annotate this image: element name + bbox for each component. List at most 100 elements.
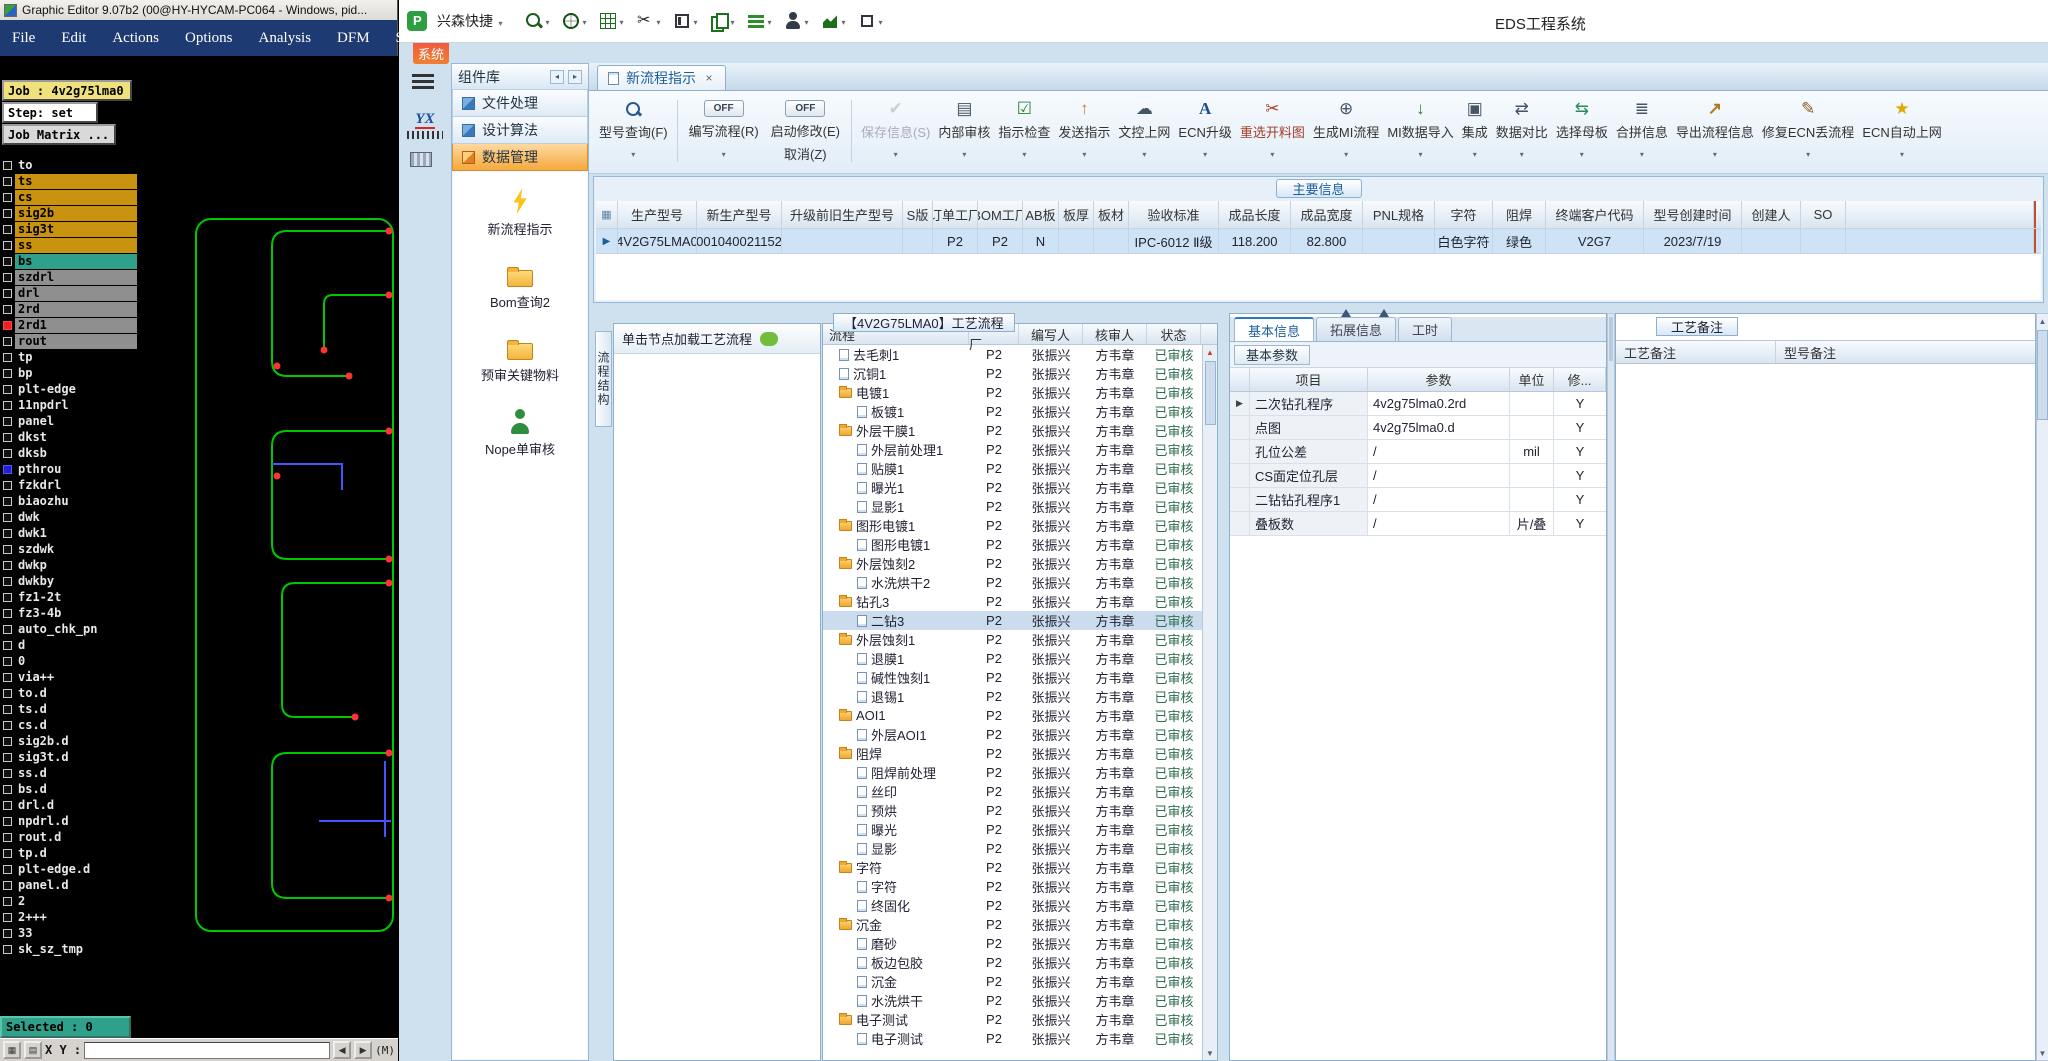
flow-tree-row[interactable]: 电子测试 P2 张振兴 方韦章 已审核 xyxy=(823,1010,1202,1029)
layer-checkbox[interactable] xyxy=(3,544,12,554)
layer-checkbox[interactable] xyxy=(3,800,12,810)
flow-tree-row[interactable]: 磨砂 P2 张振兴 方韦章 已审核 xyxy=(823,934,1202,953)
flow-tree-row[interactable]: 丝印 P2 张振兴 方韦章 已审核 xyxy=(823,782,1202,801)
layer-row[interactable]: szdrl xyxy=(0,269,137,285)
modify-toggle[interactable]: OFF xyxy=(785,100,826,117)
close-icon[interactable] xyxy=(703,71,715,85)
layer-checkbox[interactable] xyxy=(3,672,12,682)
param-value[interactable]: / xyxy=(1368,512,1510,535)
reselect-cut-diagram-button[interactable]: 重选开料图 xyxy=(1236,98,1309,162)
layer-row[interactable]: to.d xyxy=(0,685,137,701)
quick-menu[interactable]: 兴森快捷 xyxy=(437,11,505,31)
layer-row[interactable]: 0 xyxy=(0,653,137,669)
main-info-header-cell[interactable]: 成品长度 xyxy=(1219,201,1291,228)
flow-tree-row[interactable]: 板镀1 P2 张振兴 方韦章 已审核 xyxy=(823,402,1202,421)
layer-row[interactable]: to xyxy=(0,157,137,173)
layer-row[interactable]: tp.d xyxy=(0,845,137,861)
flow-tree-row[interactable]: 沉金 P2 张振兴 方韦章 已审核 xyxy=(823,915,1202,934)
instruction-check-button[interactable]: 指示检查 xyxy=(994,98,1054,162)
layer-checkbox[interactable] xyxy=(3,176,12,186)
layer-row[interactable]: dwkp xyxy=(0,557,137,573)
system-tab[interactable]: 系统 xyxy=(413,43,449,64)
tree-scrollbar[interactable] xyxy=(1202,345,1217,1060)
main-info-data-row[interactable]: ▶ 4V2G75LMA010010400211527P2P2NIPC-6012 … xyxy=(596,229,2041,254)
topbar-icon-button[interactable] xyxy=(858,12,885,30)
menu-item[interactable]: Edit xyxy=(61,30,86,47)
topbar-icon-button[interactable] xyxy=(525,12,552,30)
pcb-canvas[interactable] xyxy=(137,56,398,1038)
col-writer[interactable]: 编写人 xyxy=(1019,324,1083,344)
layer-row[interactable]: plt-edge xyxy=(0,381,137,397)
layer-row[interactable]: fzkdrl xyxy=(0,477,137,493)
layer-checkbox[interactable] xyxy=(3,320,12,330)
layer-checkbox[interactable] xyxy=(3,368,12,378)
right-scrollbar[interactable] xyxy=(2036,313,2048,1061)
layer-row[interactable]: rout.d xyxy=(0,829,137,845)
tab-work-hours[interactable]: 工时 xyxy=(1398,317,1453,341)
col-status[interactable]: 状态 xyxy=(1147,324,1201,344)
topbar-icon-button[interactable] xyxy=(673,12,700,30)
select-mother-board-button[interactable]: 选择母板 xyxy=(1552,98,1612,162)
layer-row[interactable]: dwk1 xyxy=(0,525,137,541)
main-info-header-cell[interactable]: 阻焊 xyxy=(1493,201,1546,228)
layer-row[interactable]: dkst xyxy=(0,429,137,445)
flow-tree-row[interactable]: 阻焊 P2 张振兴 方韦章 已审核 xyxy=(823,744,1202,763)
param-row[interactable]: 点图 4v2g75lma0.d Y xyxy=(1230,416,1606,440)
scroll-up-icon[interactable] xyxy=(1203,345,1217,359)
layer-checkbox[interactable] xyxy=(3,288,12,298)
middle-scrollbar[interactable] xyxy=(1607,313,1615,1061)
col-modified[interactable]: 修... xyxy=(1554,368,1606,391)
topbar-icon-button[interactable] xyxy=(562,12,589,30)
send-instruction-button[interactable]: 发送指示 xyxy=(1054,98,1114,162)
topbar-icon-button[interactable] xyxy=(710,12,737,32)
layer-checkbox[interactable] xyxy=(3,832,12,842)
menu-item[interactable]: File xyxy=(12,30,35,47)
layer-row[interactable]: via++ xyxy=(0,669,137,685)
job-matrix-button[interactable]: Job Matrix ... xyxy=(2,124,116,145)
section-data-management[interactable]: 数据管理 xyxy=(452,144,588,171)
generate-mi-flow-button[interactable]: 生成MI流程 xyxy=(1309,98,1383,162)
layer-row[interactable]: plt-edge.d xyxy=(0,861,137,877)
layer-checkbox[interactable] xyxy=(3,512,12,522)
main-info-header-cell[interactable]: 型号创建时间 xyxy=(1644,201,1742,228)
next-button[interactable] xyxy=(354,1041,373,1059)
section-design-algorithm[interactable]: 设计算法 xyxy=(452,117,588,144)
layer-checkbox[interactable] xyxy=(3,208,12,218)
layer-checkbox[interactable] xyxy=(3,400,12,410)
flow-tree-row[interactable]: 预烘 P2 张振兴 方韦章 已审核 xyxy=(823,801,1202,820)
layer-row[interactable]: 2+++ xyxy=(0,909,137,925)
layer-checkbox[interactable] xyxy=(3,432,12,442)
layer-row[interactable]: drl xyxy=(0,285,137,301)
main-info-header-cell[interactable]: 订单工厂 xyxy=(933,201,978,228)
layer-checkbox[interactable] xyxy=(3,464,12,474)
main-info-header-cell[interactable]: 升级前旧生产型号 xyxy=(782,201,903,228)
layer-checkbox[interactable] xyxy=(3,624,12,634)
flow-tree-row[interactable]: 退锡1 P2 张振兴 方韦章 已审核 xyxy=(823,687,1202,706)
layer-checkbox[interactable] xyxy=(3,864,12,874)
section-file-processing[interactable]: 文件处理 xyxy=(452,90,588,117)
layer-row[interactable]: panel xyxy=(0,413,137,429)
main-info-header-cell[interactable]: S版 xyxy=(903,201,933,228)
layer-checkbox[interactable] xyxy=(3,912,12,922)
mi-data-import-button[interactable]: MI数据导入 xyxy=(1383,98,1457,162)
layer-row[interactable]: sk_sz_tmp xyxy=(0,941,137,957)
flow-tree-row[interactable]: 外层蚀刻2 P2 张振兴 方韦章 已审核 xyxy=(823,554,1202,573)
col-model-notes[interactable]: 型号备注 xyxy=(1776,341,2035,363)
flow-tree-row[interactable]: 显影1 P2 张振兴 方韦章 已审核 xyxy=(823,497,1202,516)
main-info-header-cell[interactable]: 生产型号 xyxy=(618,201,697,228)
layer-checkbox[interactable] xyxy=(3,784,12,794)
repair-ecn-flow-button[interactable]: 修复ECN丢流程 xyxy=(1758,98,1858,162)
splitter-icon[interactable] xyxy=(1341,304,1351,317)
layer-checkbox[interactable] xyxy=(3,560,12,570)
topbar-icon-button[interactable] xyxy=(636,10,663,30)
layer-checkbox[interactable] xyxy=(3,608,12,618)
flow-tree-row[interactable]: 沉金 P2 张振兴 方韦章 已审核 xyxy=(823,972,1202,991)
component-panel-title[interactable]: 组件库 xyxy=(458,67,500,87)
tab-extended-info[interactable]: 拓展信息 xyxy=(1316,317,1397,341)
main-info-header-cell[interactable]: 创建人 xyxy=(1742,201,1801,228)
layer-checkbox[interactable] xyxy=(3,160,12,170)
layer-checkbox[interactable] xyxy=(3,272,12,282)
shortcut-pre-review-materials[interactable]: 预审关键物料 xyxy=(481,335,559,384)
layer-row[interactable]: tp xyxy=(0,349,137,365)
layer-row[interactable]: bs.d xyxy=(0,781,137,797)
